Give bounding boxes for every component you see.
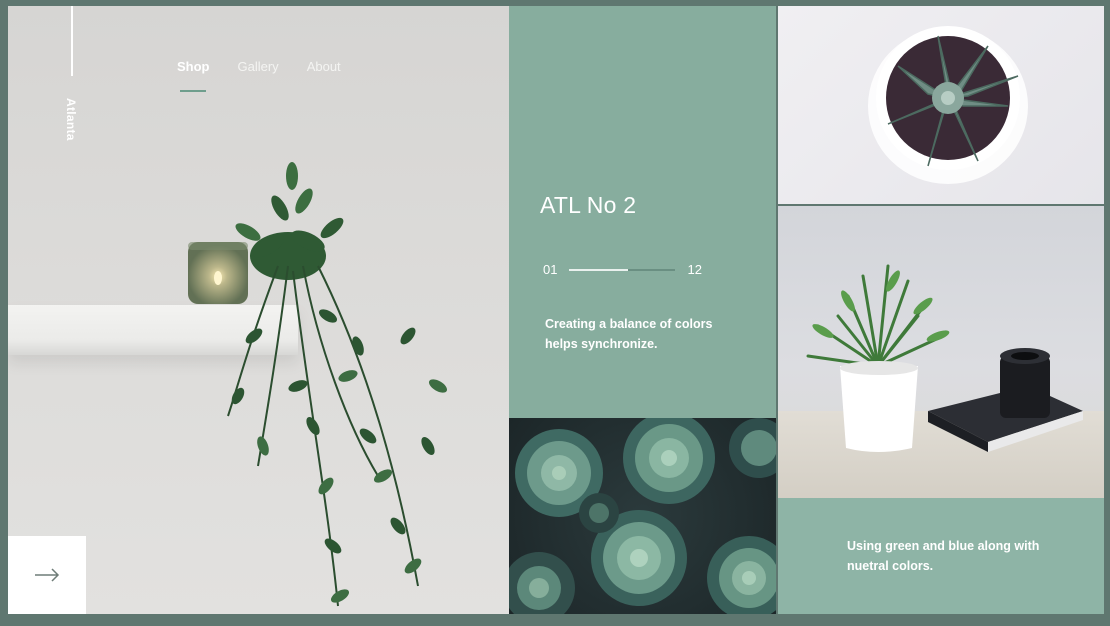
succulents-illustration [509,418,776,614]
main-nav: Shop Gallery About [177,59,341,92]
nav-item-label: Shop [177,59,210,74]
succulents-image [509,418,776,614]
page-frame: Atlanta Shop Gallery About ATL No 2 01 1… [8,6,1104,614]
succulent-pot-image [778,6,1104,204]
feature-description: Creating a balance of colors helps synch… [545,317,713,351]
brand-divider [71,6,73,76]
hero-panel: Atlanta Shop Gallery About [8,6,509,614]
active-nav-underline [180,90,206,92]
next-button[interactable] [8,536,86,614]
brand-label: Atlanta [64,98,78,141]
potted-plant-illustration [806,264,1083,452]
feature-title: ATL No 2 [540,192,637,218]
nav-item-shop[interactable]: Shop [177,59,210,92]
hanging-plant-image [227,162,448,607]
progress-track[interactable] [569,268,676,271]
aside-panel: Using green and blue along with nuetral … [778,498,1104,614]
nav-item-gallery[interactable]: Gallery [238,59,279,84]
slide-progress: 01 12 [543,262,702,277]
slide-current: 01 [543,262,558,277]
potted-plant-image [778,206,1104,498]
progress-fill [569,268,628,271]
aside-description: Using green and blue along with nuetral … [847,539,1040,573]
arrow-right-icon [35,568,60,582]
succulent-pot-illustration [868,26,1028,184]
nav-item-about[interactable]: About [307,59,341,84]
nav-item-label: About [306,59,341,74]
slide-total: 12 [687,262,702,277]
nav-item-label: Gallery [237,59,279,74]
feature-panel: ATL No 2 01 12 Creating a balance of col… [509,6,776,418]
